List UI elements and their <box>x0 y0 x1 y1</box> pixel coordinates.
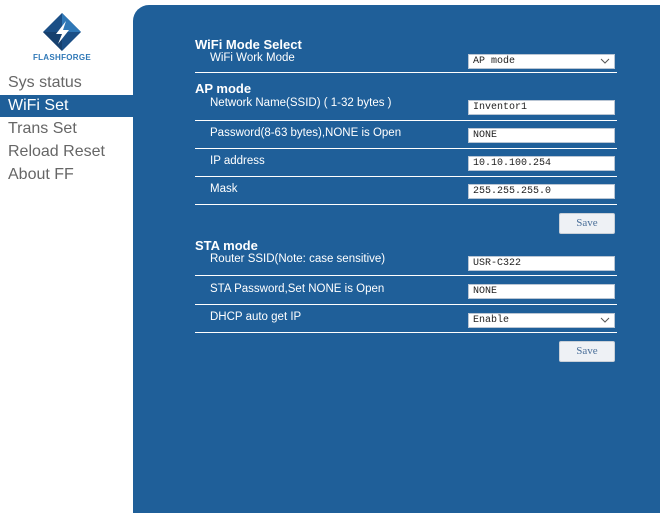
ap-mode-section-title: AP mode <box>195 81 252 96</box>
router-ssid-input[interactable]: USR-C322 <box>468 256 615 271</box>
dhcp-select[interactable]: Enable <box>468 313 615 328</box>
divider <box>195 204 617 205</box>
sidebar-item-trans-set[interactable]: Trans Set <box>0 118 133 140</box>
sidebar-nav: Sys status WiFi Set Trans Set Reload Res… <box>0 72 133 187</box>
ip-address-label: IP address <box>210 155 265 167</box>
sta-password-input[interactable]: NONE <box>468 284 615 299</box>
ap-ssid-input[interactable]: Inventor1 <box>468 100 615 115</box>
sidebar-item-sys-status[interactable]: Sys status <box>0 72 133 94</box>
divider <box>195 176 617 177</box>
divider <box>195 148 617 149</box>
dhcp-label: DHCP auto get IP <box>210 311 302 323</box>
sidebar-item-wifi-set[interactable]: WiFi Set <box>0 95 133 117</box>
sidebar-item-about-ff[interactable]: About FF <box>0 164 133 186</box>
ap-password-input[interactable]: NONE <box>468 128 615 143</box>
flashforge-logo-icon <box>43 13 81 51</box>
wifi-work-mode-value: AP mode <box>473 56 516 67</box>
dhcp-value: Enable <box>473 315 510 326</box>
mask-label: Mask <box>210 183 238 195</box>
sta-mode-section-title: STA mode <box>195 238 258 253</box>
brand-name: FLASHFORGE <box>32 53 92 62</box>
divider <box>195 332 617 333</box>
settings-panel: WiFi Mode Select WiFi Work Mode AP mode … <box>133 5 660 513</box>
sidebar-item-reload-reset[interactable]: Reload Reset <box>0 141 133 163</box>
wifi-mode-section-title: WiFi Mode Select <box>195 37 302 52</box>
ap-save-button[interactable]: Save <box>559 213 615 234</box>
divider <box>195 72 617 73</box>
ap-ssid-label: Network Name(SSID) ( 1-32 bytes ) <box>210 97 392 109</box>
ip-address-input[interactable]: 10.10.100.254 <box>468 156 615 171</box>
chevron-down-icon <box>600 314 610 332</box>
sta-password-label: STA Password,Set NONE is Open <box>210 283 385 295</box>
wifi-work-mode-select[interactable]: AP mode <box>468 54 615 69</box>
mask-input[interactable]: 255.255.255.0 <box>468 184 615 199</box>
flashforge-logo: FLASHFORGE <box>26 12 98 68</box>
chevron-down-icon <box>600 55 610 73</box>
divider <box>195 275 617 276</box>
wifi-work-mode-label: WiFi Work Mode <box>210 52 295 64</box>
divider <box>195 120 617 121</box>
divider <box>195 304 617 305</box>
sta-save-button[interactable]: Save <box>559 341 615 362</box>
ap-password-label: Password(8-63 bytes),NONE is Open <box>210 127 402 139</box>
router-ssid-label: Router SSID(Note: case sensitive) <box>210 253 386 265</box>
